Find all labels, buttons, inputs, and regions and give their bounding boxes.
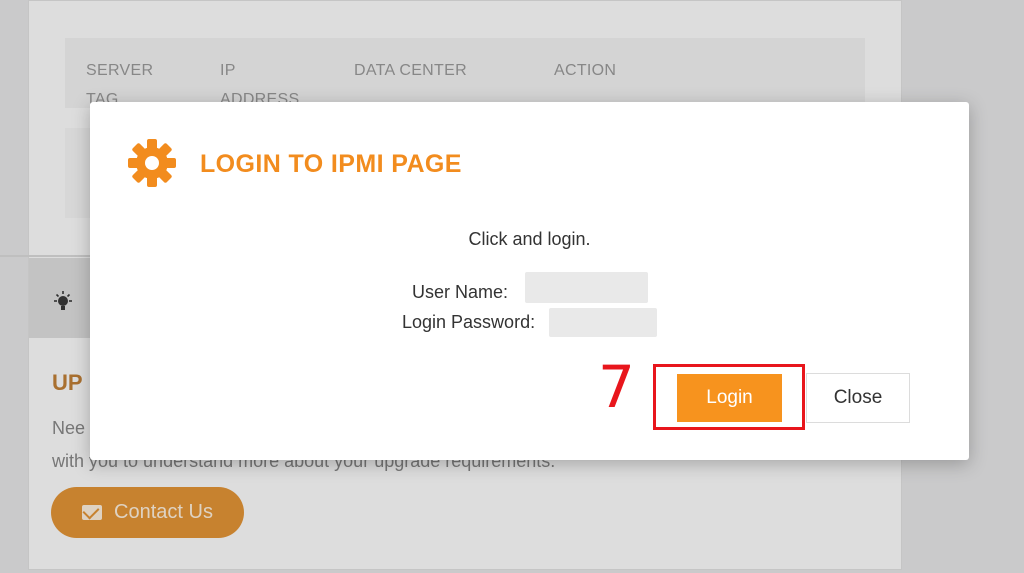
password-label: Login Password: [402, 312, 536, 332]
password-value-redacted [549, 308, 657, 337]
dialog-message: Click and login. [468, 229, 591, 249]
gear-icon [128, 139, 176, 187]
login-button[interactable]: Login [677, 374, 782, 422]
username-value-redacted [525, 272, 648, 303]
close-button[interactable]: Close [806, 373, 910, 423]
step-annotation-number: 7 [598, 353, 635, 421]
dialog-title: LOGIN TO IPMI PAGE [200, 150, 462, 178]
username-label: User Name: [412, 282, 509, 302]
page: SERVER TAG IP ADDRESS DATA CENTER ACTION… [0, 0, 1024, 573]
